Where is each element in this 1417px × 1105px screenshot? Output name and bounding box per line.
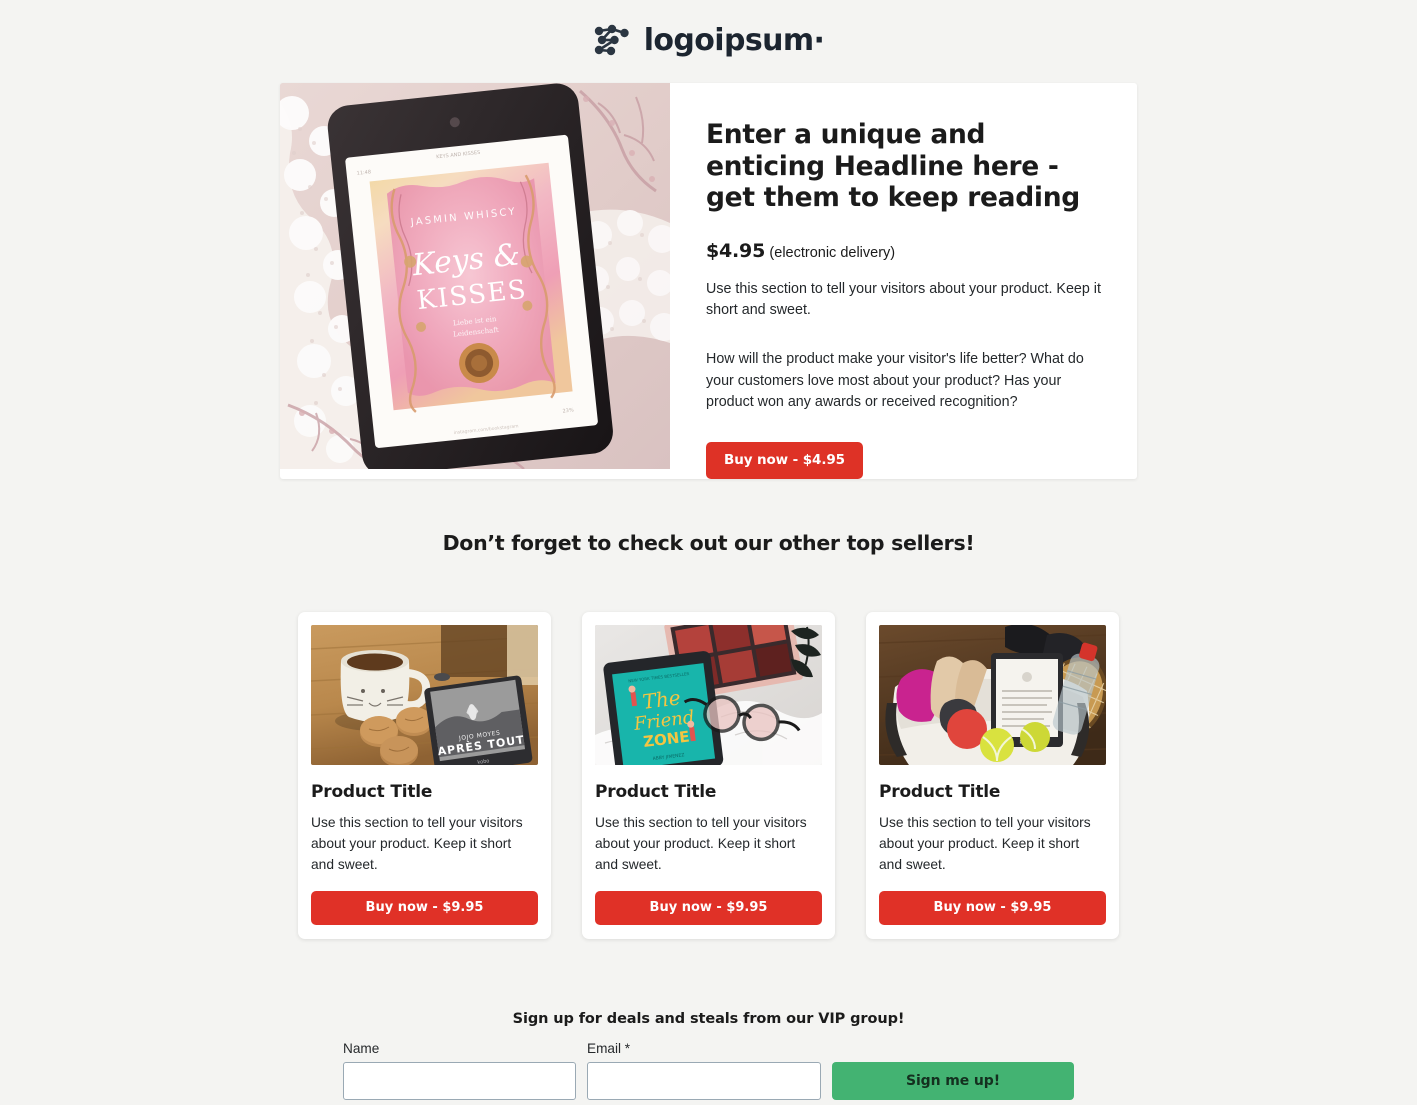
hero-price-note: (electronic delivery) (769, 244, 896, 261)
hero-price: $4.95 (706, 239, 766, 262)
brand-trademark-dot: · (813, 22, 825, 58)
product-buy-now-button[interactable]: Buy now - $9.95 (879, 891, 1106, 926)
signup-form: Name Email * Sign me up! (0, 1041, 1417, 1101)
product-description: Use this section to tell your visitors a… (595, 815, 807, 873)
product-image-gym-bag-ereader: kindle (879, 625, 1106, 766)
brand-logo[interactable]: logoipsum· (593, 23, 825, 58)
hero-headline: Enter a unique and enticing Headline her… (706, 119, 1080, 214)
product-image-tablet-friendzone: The Friend ZONE ABBY JIMENEZ NEW YORK TI… (595, 625, 822, 766)
hero-buy-now-button[interactable]: Buy now - $4.95 (706, 442, 863, 480)
hero-content: Enter a unique and enticing Headline her… (670, 83, 1137, 480)
hero-product-image: KEYS AND KISSES 11:48 JASMIN WHISCY Keys… (280, 83, 670, 469)
product-card[interactable]: kindle Pr (866, 612, 1119, 940)
brand-name: logoipsum· (643, 22, 825, 58)
email-field-group: Email * (587, 1041, 821, 1101)
product-card-list: JOJO MOYES APRÈS TOUT kobo Product Title… (0, 612, 1417, 940)
product-card[interactable]: JOJO MOYES APRÈS TOUT kobo Product Title… (298, 612, 551, 940)
name-label: Name (343, 1041, 380, 1057)
signup-section: Sign up for deals and steals from our VI… (0, 1011, 1417, 1101)
product-buy-now-button[interactable]: Buy now - $9.95 (311, 891, 538, 926)
email-label: Email * (587, 1041, 631, 1057)
hero-price-row: $4.95 (electronic delivery) (706, 240, 1101, 262)
product-title: Product Title (311, 782, 433, 803)
hero-card: KEYS AND KISSES 11:48 JASMIN WHISCY Keys… (280, 83, 1137, 480)
product-card[interactable]: The Friend ZONE ABBY JIMENEZ NEW YORK TI… (582, 612, 835, 940)
product-title: Product Title (879, 782, 1001, 803)
hero-paragraph-1: Use this section to tell your visitors a… (706, 280, 1101, 319)
network-nodes-icon (593, 24, 631, 56)
svg-text:kobo: kobo (477, 758, 490, 765)
product-title: Product Title (595, 782, 717, 803)
site-header: logoipsum· (0, 0, 1417, 80)
product-image-coffee-ereader: JOJO MOYES APRÈS TOUT kobo (311, 625, 538, 766)
product-description: Use this section to tell your visitors a… (311, 815, 523, 873)
svg-text:23%: 23% (562, 407, 574, 414)
hero-paragraph-2: How will the product make your visitor's… (706, 351, 1084, 411)
product-buy-now-button[interactable]: Buy now - $9.95 (595, 891, 822, 926)
sign-me-up-button[interactable]: Sign me up! (832, 1062, 1074, 1101)
signup-heading: Sign up for deals and steals from our VI… (512, 1011, 905, 1028)
product-description: Use this section to tell your visitors a… (879, 815, 1091, 873)
name-field-group: Name (343, 1041, 576, 1101)
name-input[interactable] (343, 1062, 576, 1101)
email-input[interactable] (587, 1062, 821, 1101)
top-sellers-heading: Don’t forget to check out our other top … (442, 531, 975, 556)
